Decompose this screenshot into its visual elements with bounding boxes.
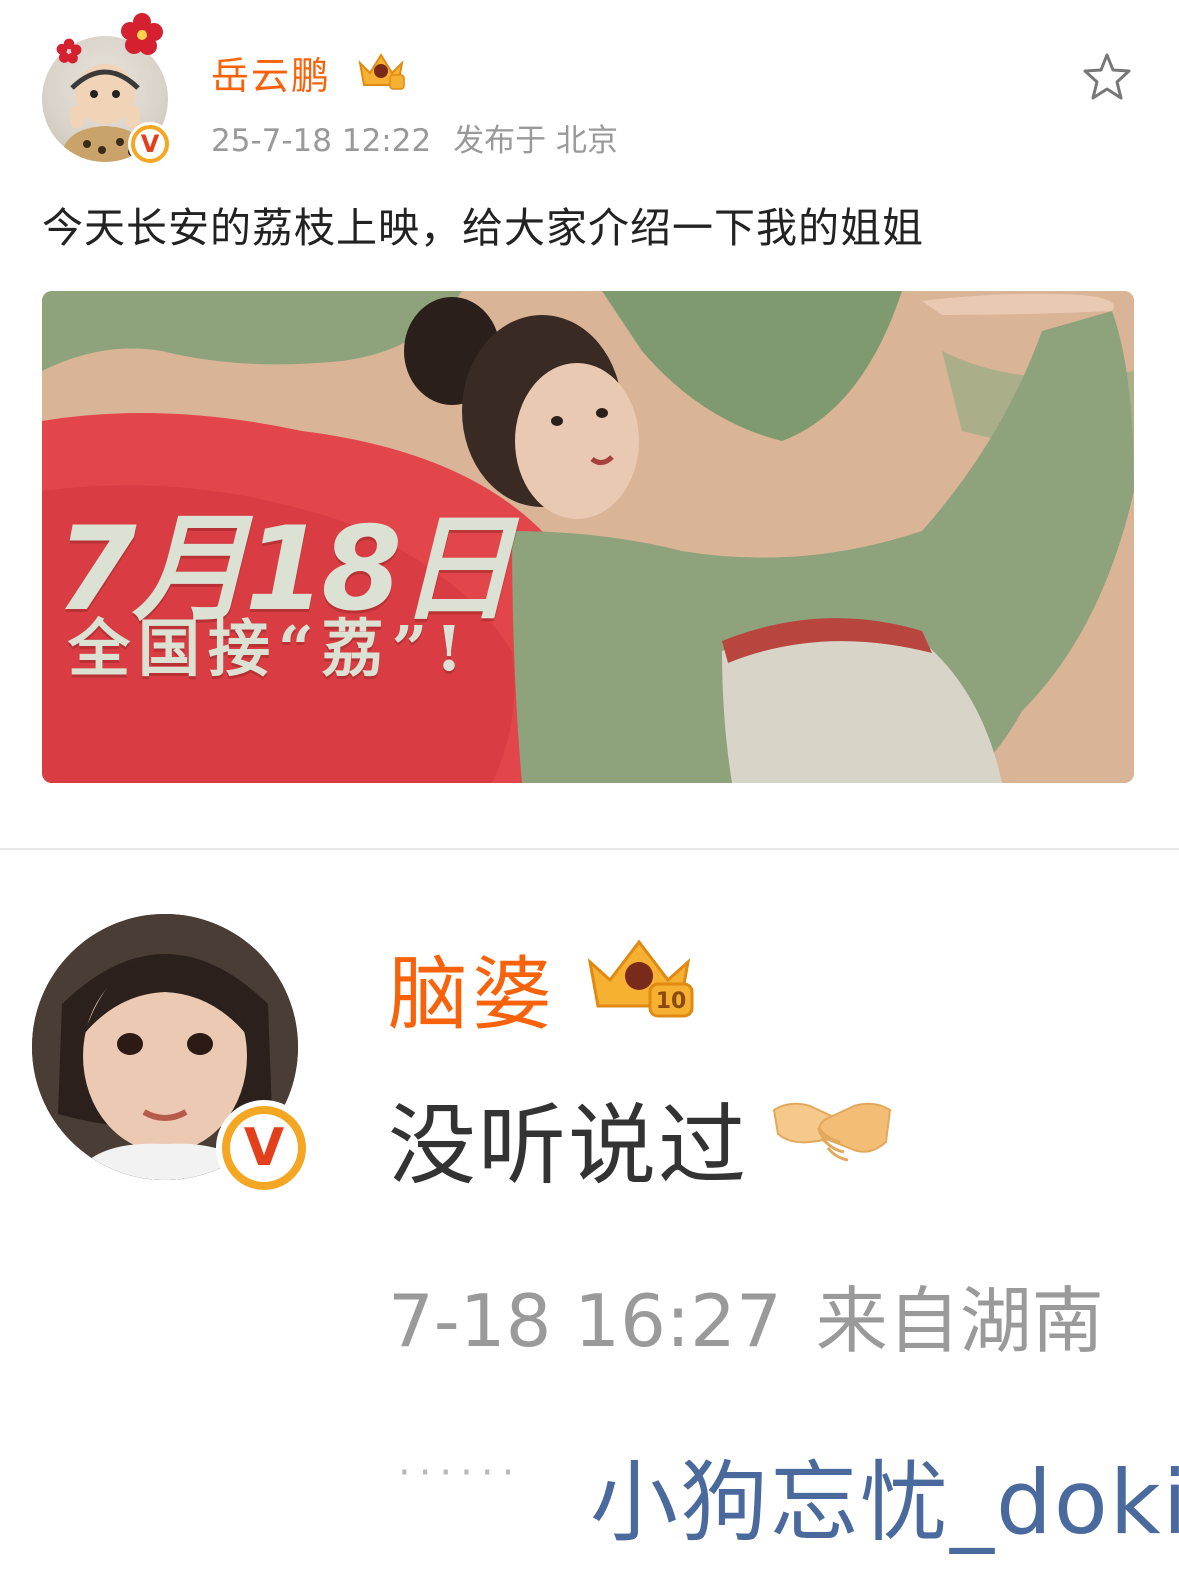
post-text: 今天长安的荔枝上映，给大家介绍一下我的姐姐 (42, 204, 924, 252)
commenter-name[interactable]: 脑婆 (388, 930, 556, 1046)
crown-icon: 10 (587, 939, 694, 1018)
flower-decoration-icon (56, 38, 82, 64)
post-time: 25-7-18 12:22 (211, 123, 432, 159)
comment-text: 没听说过 (388, 1094, 749, 1197)
author-name[interactable]: 岳云鹏 (211, 45, 331, 100)
favorite-star-icon[interactable] (1080, 50, 1134, 104)
comment-time: 7-18 16:27 (388, 1279, 782, 1363)
post-location: 发布于 北京 (453, 123, 619, 159)
poster-slogan-text: 全国接“荔”! (68, 612, 471, 685)
flower-decoration-icon (121, 13, 163, 55)
post-card: V 岳云鹏 25-7-18 12:22 发布于 北京 今天长安的荔枝上映，给大家介… (0, 0, 1179, 800)
post-meta: 25-7-18 12:22 发布于 北京 (211, 115, 618, 160)
reply-username-link[interactable]: 小狗忘忧_doki (590, 1432, 1179, 1559)
svg-text:10: 10 (656, 989, 687, 1014)
comment-meta: 7-18 16:27 来自湖南 (388, 1262, 1104, 1367)
handshake-emoji (772, 1102, 892, 1162)
comment-location: 来自湖南 (815, 1279, 1104, 1363)
crown-icon (358, 53, 405, 90)
verified-icon: V (216, 1100, 312, 1196)
verified-icon: V (128, 122, 172, 166)
more-ellipsis[interactable]: ······ (398, 1450, 522, 1496)
section-divider (0, 848, 1179, 850)
